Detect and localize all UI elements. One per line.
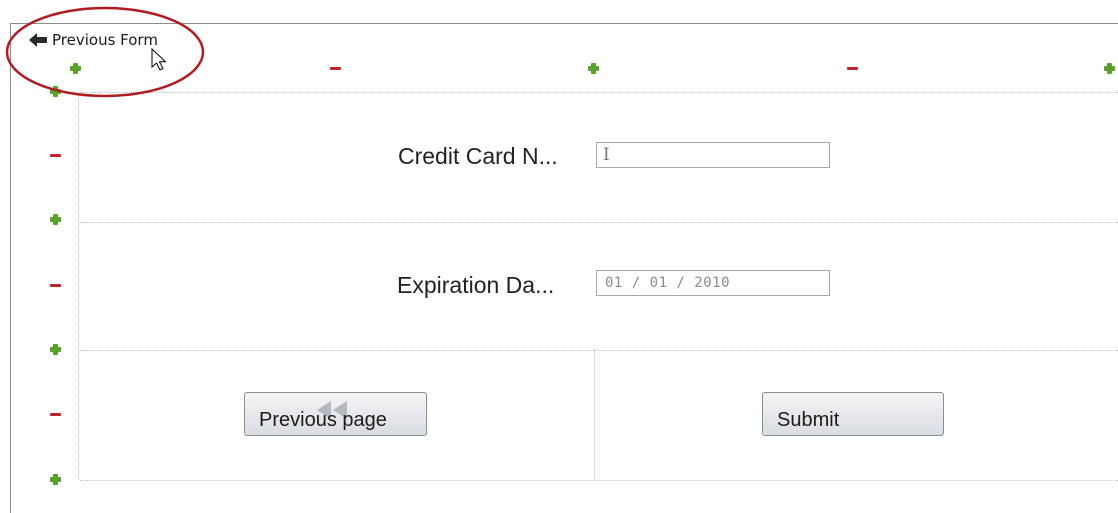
expiration-date-input[interactable]: 01 / 01 / 2010 [596, 270, 830, 296]
remove-column-icon[interactable] [330, 67, 341, 70]
add-row-icon[interactable] [50, 474, 61, 485]
add-column-icon[interactable] [588, 63, 599, 74]
submit-button[interactable]: Submit [762, 392, 944, 436]
remove-row-icon[interactable] [50, 284, 61, 287]
highlight-ellipse [5, 6, 205, 98]
grid-line [80, 92, 1118, 93]
add-column-icon[interactable] [1104, 63, 1115, 74]
expiration-date-label: Expiration Da... [397, 272, 555, 298]
grid-line [80, 480, 1118, 481]
mouse-cursor-icon [151, 48, 167, 71]
grid-line [80, 350, 1118, 351]
credit-card-input[interactable]: I [596, 142, 830, 168]
remove-row-icon[interactable] [50, 413, 61, 416]
add-row-icon[interactable] [50, 214, 61, 225]
grid-line [594, 350, 595, 480]
text-caret-icon: I [603, 145, 611, 165]
credit-card-label: Credit Card N... [398, 143, 558, 169]
remove-row-icon[interactable] [50, 154, 61, 157]
add-row-icon[interactable] [50, 344, 61, 355]
remove-column-icon[interactable] [847, 67, 858, 70]
grid-line [80, 222, 1118, 223]
previous-page-button[interactable]: Previous page [244, 392, 427, 436]
grid-line [78, 92, 79, 480]
